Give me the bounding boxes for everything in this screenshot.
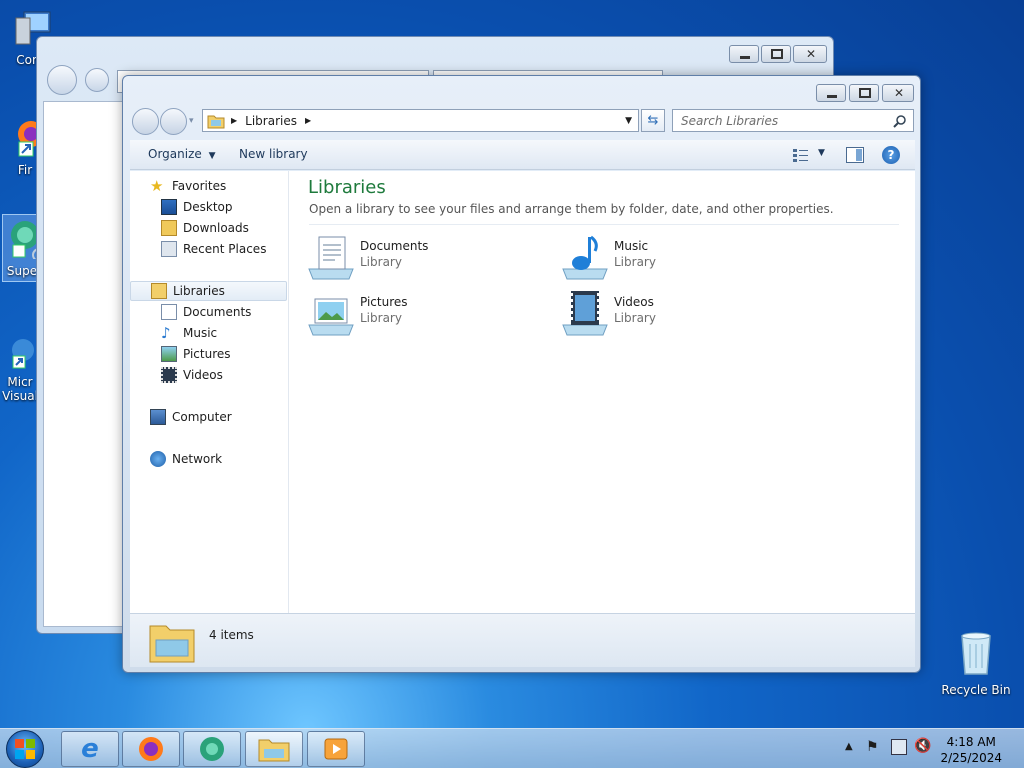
volume-muted-icon[interactable]: 🔇 bbox=[914, 738, 931, 754]
taskbar-app[interactable] bbox=[183, 731, 241, 767]
nav-network[interactable]: Network bbox=[150, 449, 222, 469]
system-clock[interactable]: 4:18 AM 2/25/2024 bbox=[940, 734, 1002, 766]
forward-button[interactable] bbox=[160, 108, 187, 135]
breadcrumb-separator-icon[interactable]: ▶ bbox=[305, 116, 311, 125]
address-bar[interactable]: ▶ Libraries ▶ ▼ bbox=[202, 109, 639, 132]
pictures-icon bbox=[161, 346, 177, 362]
videos-library-icon bbox=[562, 291, 608, 336]
recent-places-icon bbox=[161, 241, 177, 257]
library-videos[interactable]: Videos Library bbox=[561, 289, 801, 339]
windows-logo-icon bbox=[15, 739, 35, 759]
firefox-icon bbox=[139, 737, 163, 761]
star-icon: ★ bbox=[150, 177, 164, 195]
preview-pane-icon bbox=[856, 149, 862, 161]
breadcrumb-separator-icon[interactable]: ▶ bbox=[231, 116, 237, 125]
library-music[interactable]: Music Library bbox=[561, 233, 801, 283]
command-bar: Organize ▼ New library ▼ ? bbox=[130, 140, 915, 170]
nav-computer[interactable]: Computer bbox=[150, 407, 232, 427]
content-pane: Libraries Open a library to see your fil… bbox=[289, 171, 915, 613]
search-input[interactable]: Search Libraries bbox=[672, 109, 914, 132]
taskbar-internet-explorer[interactable]: e bbox=[61, 731, 119, 767]
start-button[interactable] bbox=[6, 730, 44, 768]
nav-libraries[interactable]: Libraries bbox=[130, 281, 287, 301]
minimize-button[interactable] bbox=[816, 84, 846, 102]
documents-icon bbox=[161, 304, 177, 320]
maximize-button[interactable] bbox=[849, 84, 879, 102]
search-placeholder: Search Libraries bbox=[681, 113, 779, 128]
nav-favorites[interactable]: ★ Favorites bbox=[150, 176, 226, 196]
libraries-explorer-window[interactable]: ✕ ▾ ▶ Libraries ▶ ▼ ⇆ Search Libraries O… bbox=[122, 75, 921, 673]
library-pictures[interactable]: Pictures Library bbox=[307, 289, 547, 339]
network-tray-icon[interactable] bbox=[891, 739, 907, 755]
back-arrow-icon[interactable] bbox=[47, 65, 77, 95]
nav-desktop[interactable]: Desktop bbox=[161, 197, 233, 217]
media-player-icon bbox=[324, 738, 348, 760]
music-icon: ♪ bbox=[161, 324, 171, 342]
desktop-icon bbox=[161, 199, 177, 215]
new-library-button[interactable]: New library bbox=[239, 147, 308, 161]
taskbar: e ▲ ⚑ 🔇 4:18 AM 2/25/2024 bbox=[0, 728, 1024, 768]
taskbar-windows-explorer[interactable] bbox=[245, 731, 303, 767]
help-icon[interactable]: ? bbox=[882, 146, 900, 164]
taskbar-media-player[interactable] bbox=[307, 731, 365, 767]
visual-studio-icon bbox=[12, 339, 34, 369]
app-icon bbox=[200, 737, 224, 761]
action-center-flag-icon[interactable]: ⚑ bbox=[866, 739, 879, 755]
computer-icon bbox=[150, 409, 166, 425]
libraries-folder-icon bbox=[207, 115, 225, 128]
show-hidden-icons-button[interactable]: ▲ bbox=[845, 741, 853, 752]
back-button[interactable] bbox=[132, 108, 159, 135]
windows-explorer-icon bbox=[258, 739, 290, 762]
libraries-folder-icon bbox=[149, 625, 195, 663]
recycle-bin-icon bbox=[961, 632, 991, 675]
maximize-button[interactable] bbox=[761, 45, 791, 63]
close-button[interactable]: ✕ bbox=[793, 45, 827, 63]
downloads-folder-icon bbox=[161, 220, 177, 236]
nav-documents[interactable]: Documents bbox=[161, 302, 251, 322]
network-icon bbox=[150, 451, 166, 467]
nav-downloads[interactable]: Downloads bbox=[161, 218, 249, 238]
nav-videos[interactable]: Videos bbox=[161, 365, 223, 385]
videos-icon bbox=[161, 367, 177, 383]
refresh-button[interactable]: ⇆ bbox=[641, 109, 665, 132]
taskbar-firefox[interactable] bbox=[122, 731, 180, 767]
search-icon[interactable] bbox=[893, 114, 907, 128]
nav-recent-places[interactable]: Recent Places bbox=[161, 239, 266, 259]
nav-music[interactable]: ♪ Music bbox=[161, 323, 217, 343]
forward-arrow-icon[interactable] bbox=[85, 68, 109, 92]
music-library-icon bbox=[562, 235, 608, 280]
recent-pages-chevron-icon[interactable]: ▾ bbox=[189, 116, 194, 126]
libraries-icon bbox=[151, 283, 167, 299]
preview-pane-button[interactable] bbox=[846, 147, 864, 163]
desktop-icon-recycle-bin[interactable]: Recycle Bin bbox=[938, 630, 1014, 697]
clock-date: 2/25/2024 bbox=[940, 751, 1002, 765]
clock-time: 4:18 AM bbox=[946, 735, 996, 749]
page-subtitle: Open a library to see your files and arr… bbox=[309, 202, 834, 216]
divider bbox=[309, 224, 899, 225]
desktop-icon-label: Micr Visual bbox=[2, 375, 38, 403]
desktop-icon-visual-studio[interactable]: Micr Visual bbox=[0, 336, 40, 403]
minimize-button[interactable] bbox=[729, 45, 759, 63]
chevron-down-icon: ▼ bbox=[208, 151, 216, 161]
view-options-chevron-icon[interactable]: ▼ bbox=[818, 148, 825, 158]
details-pane: 4 items bbox=[130, 613, 915, 667]
breadcrumb-libraries[interactable]: Libraries bbox=[245, 114, 297, 128]
nav-pictures[interactable]: Pictures bbox=[161, 344, 231, 364]
navigation-pane: ★ Favorites Desktop Downloads Recent Pla… bbox=[130, 171, 289, 613]
page-title: Libraries bbox=[308, 177, 386, 198]
library-documents[interactable]: Documents Library bbox=[307, 233, 547, 283]
view-options-icon bbox=[793, 149, 808, 162]
address-dropdown-icon[interactable]: ▼ bbox=[625, 116, 632, 126]
organize-button[interactable]: Organize ▼ bbox=[148, 147, 216, 161]
pictures-library-icon bbox=[308, 298, 354, 336]
desktop-icon-label: Recycle Bin bbox=[941, 683, 1011, 697]
item-count: 4 items bbox=[209, 628, 254, 642]
internet-explorer-icon: e bbox=[81, 734, 99, 764]
documents-library-icon bbox=[308, 236, 354, 280]
change-view-button[interactable] bbox=[792, 147, 810, 166]
close-button[interactable]: ✕ bbox=[882, 84, 914, 102]
